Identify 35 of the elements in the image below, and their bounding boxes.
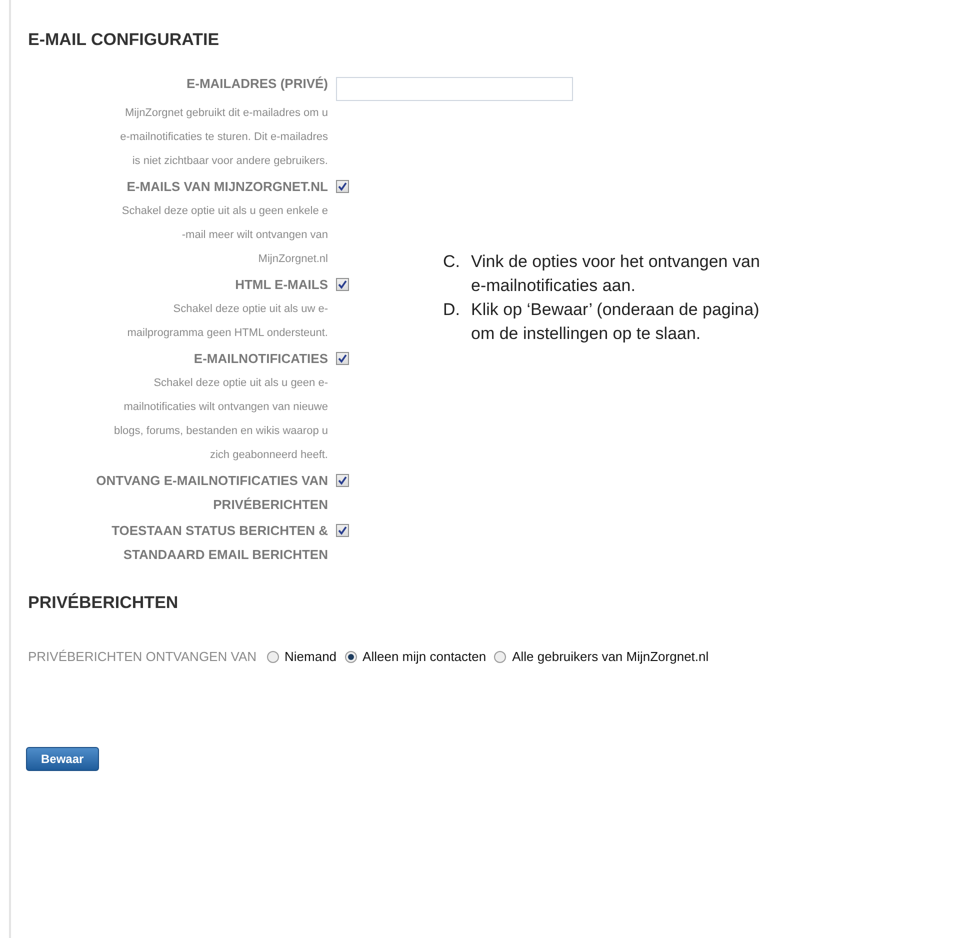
- setting-label: E-MAILNOTIFICATIES: [192, 350, 328, 368]
- checkmark-icon: [338, 354, 347, 363]
- checkmark-icon: [338, 476, 347, 485]
- setting-label: ONTVANG E-MAILNOTIFICATIES VAN PRIVÉBERICHTEN: [95, 472, 328, 514]
- setting-description: Schakel deze optie uit als u geen enkele e -mail meer wilt ontvangen van MijnZorgnet.nl: [120, 204, 328, 267]
- radio-button[interactable]: [344, 650, 357, 663]
- radio-group-label: PRIVÉBERICHTEN ONTVANGEN VAN: [28, 648, 256, 666]
- checkbox[interactable]: [336, 474, 349, 487]
- setting-label: HTML E-MAILS: [234, 276, 328, 294]
- checkbox[interactable]: [336, 352, 349, 365]
- section-heading: PRIVÉBERICHTEN: [28, 593, 180, 613]
- checkbox[interactable]: [336, 180, 349, 193]
- setting-description: Schakel deze optie uit als u geen e- mailnotificaties wilt ontvangen van nieuwe blogs, forums, bestanden en wikis waarop u zich geabonneerd heeft.: [112, 376, 328, 463]
- instruction-text: Vink de opties voor het ontvangen van e-mailnotificaties aan.: [471, 251, 761, 297]
- setting-description: MijnZorgnet gebruikt dit e-mailadres om u e-mailnotificaties te sturen. Dit e-mailadres is niet zichtbaar voor andere gebruikers.: [119, 106, 328, 169]
- checkbox[interactable]: [336, 524, 349, 537]
- checkmark-icon: [338, 182, 347, 191]
- checkmark-icon: [338, 280, 347, 289]
- section-heading: E-MAIL CONFIGURATIE: [28, 30, 220, 50]
- radio-button[interactable]: [494, 650, 506, 663]
- radio-label[interactable]: Alle gebruikers van MijnZorgnet.nl: [512, 647, 709, 666]
- setting-label: E-MAILS VAN MIJNZORGNET.NL: [126, 178, 328, 196]
- checkmark-icon: [338, 526, 347, 535]
- setting-label: TOESTAAN STATUS BERICHTEN & STANDAARD EMAIL BERICHTEN: [110, 522, 328, 564]
- instruction-text: Klik op ‘Bewaar’ (onderaan de pagina) om de instellingen op te slaan.: [471, 299, 760, 345]
- setting-label: E-MAILADRES (PRIVÉ): [185, 75, 328, 93]
- email-input-field[interactable]: [336, 77, 573, 101]
- setting-description: Schakel deze optie uit als uw e- mailprogramma geen HTML ondersteunt.: [126, 302, 328, 341]
- step-marker: D.: [443, 299, 461, 321]
- step-marker: C.: [443, 251, 461, 273]
- radio-label[interactable]: Niemand: [284, 647, 337, 666]
- radio-button[interactable]: [266, 650, 278, 663]
- checkbox[interactable]: [336, 278, 349, 291]
- radio-label[interactable]: Alleen mijn contacten: [362, 647, 486, 666]
- save-button[interactable]: Bewaar: [26, 746, 99, 770]
